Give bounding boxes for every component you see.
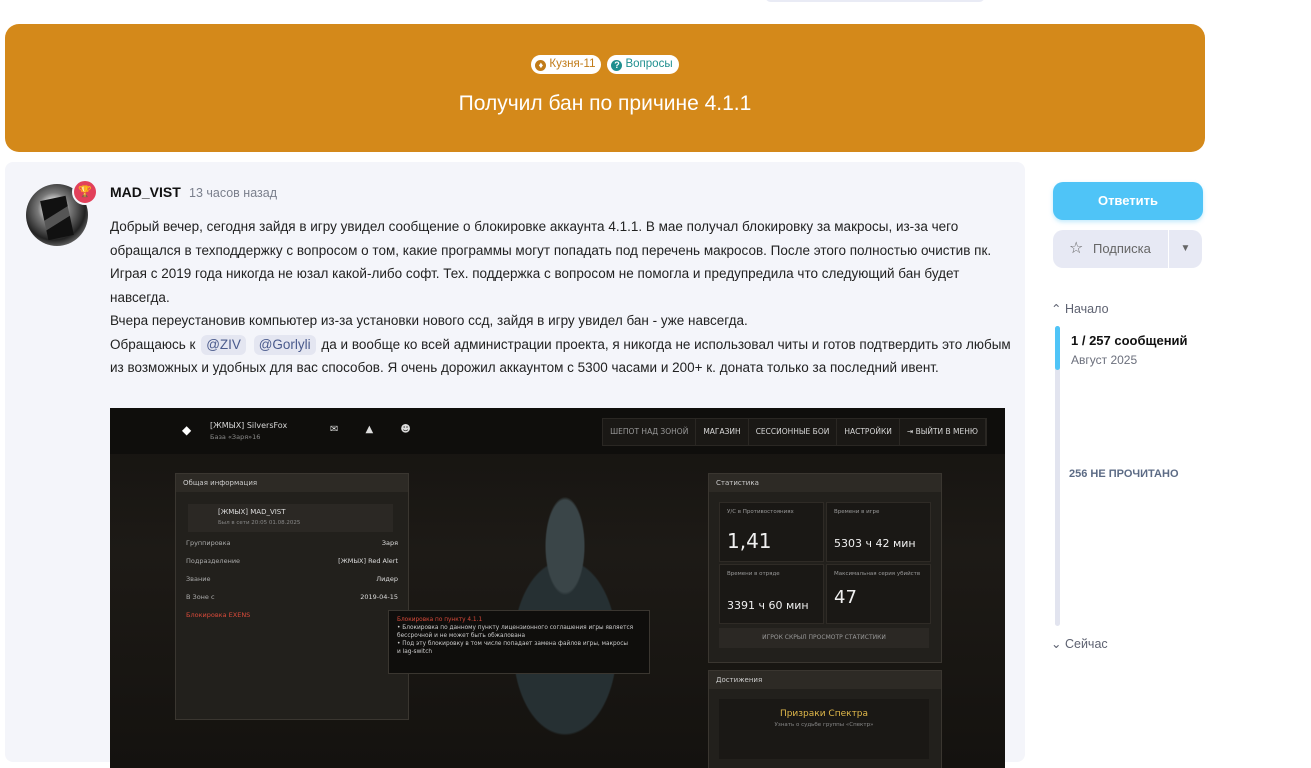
double-chevron-down-icon: ⌄	[1051, 637, 1062, 651]
tooltip-line: бессрочной и не может быть обжалована	[397, 633, 526, 639]
game-info-val: Заря	[381, 539, 398, 547]
tag-label: Вопросы	[625, 58, 673, 70]
post-timestamp[interactable]: 13 часов назад	[189, 186, 277, 200]
game-info-row: В Зоне с 2019-04-15	[186, 593, 398, 601]
tag-label: Кузня-11	[549, 58, 596, 70]
faction-logo-icon: ◆	[182, 423, 192, 437]
mention-ziv[interactable]: @ZIV	[201, 334, 246, 355]
game-panel-title: Статистика	[709, 474, 941, 492]
post-paragraph: Добрый вечер, сегодня зайдя в игру увиде…	[110, 219, 992, 305]
game-menu-item: ШЕПОТ НАД ЗОНОЙ	[603, 419, 697, 445]
game-menu-item: ⇥ ВЫЙТИ В МЕНЮ	[900, 419, 986, 445]
game-topbar: ◆ [ЖМЫХ] SilversFox База «Заря»16 ✉ ▲ ☻ …	[110, 408, 1005, 454]
game-stat-box: Времени в игре 5303 ч 42 мин	[826, 502, 931, 562]
question-icon: ?	[611, 60, 623, 71]
timeline-scroll-thumb[interactable]	[1055, 326, 1060, 370]
game-stat-label: Времени в игре	[834, 509, 880, 515]
game-profile-card: [ЖМЫХ] MAD_VIST Был в сети 20:05 01.08.2…	[188, 504, 393, 532]
tooltip-line: • Блокировка по данному пункту лицензион…	[397, 625, 634, 631]
tooltip-line: • Под эту блокировку в том числе попадае…	[397, 641, 628, 647]
game-panel-title: Достижения	[709, 671, 941, 689]
topic-banner: ♦ Кузня-11 ? Вопросы Получил бан по причин…	[5, 24, 1205, 152]
post-content: Добрый вечер, сегодня зайдя в игру увиде…	[110, 215, 1015, 380]
game-achievement-sub: Узнать о судьбе группы «Спектр»	[774, 722, 874, 728]
timeline-position: 1 / 257 сообщений	[1071, 333, 1188, 348]
topic-title: Получил бан по причине 4.1.1	[458, 92, 752, 115]
game-info-row: Подразделение [ЖМЫХ] Red Alert	[186, 557, 398, 565]
tag-voprosy[interactable]: ? Вопросы	[607, 55, 679, 74]
game-profile-sub: Был в сети 20:05 01.08.2025	[218, 520, 301, 526]
post-card: 🏆 MAD_VIST 13 часов назад Добрый вечер, …	[5, 162, 1025, 768]
post-paragraph: Обращаюсь к @ZIV @Gorlyli да и вообще ко…	[110, 333, 1015, 380]
unread-count[interactable]: 256 НЕ ПРОЧИТАНО	[1069, 468, 1179, 480]
tooltip-line: и lag-switch	[397, 649, 433, 655]
game-stat-value: 5303 ч 42 мин	[834, 537, 916, 550]
subscribe-dropdown-button[interactable]: ▼	[1169, 230, 1202, 268]
jump-to-start[interactable]: ⌃ Начало	[1051, 301, 1109, 316]
game-stat-value: 3391 ч 60 мин	[727, 599, 809, 612]
game-ban-label: Блокировка EXENS	[186, 611, 251, 619]
game-player-name: [ЖМЫХ] SilversFox	[210, 421, 288, 430]
game-info-key: В Зоне с	[186, 593, 215, 601]
game-stat-value: 1,41	[727, 529, 772, 553]
tooltip-line: Блокировка по пункту 4.1.1	[397, 617, 483, 623]
game-menu: ШЕПОТ НАД ЗОНОЙ МАГАЗИН СЕССИОННЫЕ БОИ Н…	[602, 418, 987, 446]
game-achievements-panel: Достижения Призраки Спектра Узнать о суд…	[708, 670, 942, 768]
game-info-row: Звание Лидер	[186, 575, 398, 583]
game-stat-box: Максимальная серия убийств 47	[826, 564, 931, 624]
star-icon: ☆	[1069, 240, 1084, 257]
game-stat-value: 47	[834, 587, 857, 608]
topic-tags: ♦ Кузня-11 ? Вопросы	[5, 55, 1205, 74]
game-info-val: 2019-04-15	[360, 593, 398, 601]
game-profile-name: [ЖМЫХ] MAD_VIST	[218, 508, 286, 516]
post-author[interactable]: MAD_VIST	[110, 184, 181, 200]
trophy-icon: ♦	[535, 60, 547, 71]
subscribe-label: Подписка	[1093, 241, 1151, 256]
jump-to-start-label: Начало	[1064, 302, 1109, 316]
game-menu-item: МАГАЗИН	[696, 419, 749, 445]
game-screenshot[interactable]: ◆ [ЖМЫХ] SilversFox База «Заря»16 ✉ ▲ ☻ …	[110, 408, 1005, 768]
game-info-key: Звание	[186, 575, 211, 583]
reply-button[interactable]: Ответить	[1053, 182, 1203, 220]
game-stats-panel: Статистика У/С в Противостояниях 1,41 Вр…	[708, 473, 942, 663]
jump-to-now-label: Сейчас	[1064, 637, 1108, 651]
game-stats-hidden: ИГРОК СКРЫЛ ПРОСМОТР СТАТИСТИКИ	[719, 628, 929, 648]
game-info-val: [ЖМЫХ] Red Alert	[338, 557, 398, 565]
tag-kuznya[interactable]: ♦ Кузня-11	[531, 55, 602, 74]
game-stat-label: У/С в Противостояниях	[727, 509, 794, 515]
game-stat-box: У/С в Противостояниях 1,41	[719, 502, 824, 562]
game-info-val: Лидер	[376, 575, 398, 583]
timeline-date: Август 2025	[1071, 353, 1138, 367]
top-search-pill[interactable]	[765, 0, 985, 2]
game-achievement-card: Призраки Спектра Узнать о судьбе группы …	[719, 699, 929, 759]
game-stat-label: Максимальная серия убийств	[834, 571, 921, 577]
jump-to-now[interactable]: ⌄ Сейчас	[1051, 636, 1108, 651]
caret-down-icon: ▼	[1180, 243, 1191, 254]
timeline-scrollbar[interactable]	[1055, 326, 1060, 626]
double-chevron-up-icon: ⌃	[1051, 302, 1062, 316]
mention-gorlyli[interactable]: @Gorlyli	[253, 334, 316, 355]
game-menu-item: НАСТРОЙКИ	[837, 419, 900, 445]
game-menu-item: СЕССИОННЫЕ БОИ	[749, 419, 838, 445]
game-topbar-icons: ✉ ▲ ☻	[330, 424, 423, 435]
game-info-key: Подразделение	[186, 557, 241, 565]
game-stat-label: Времени в отряде	[727, 571, 780, 577]
game-info-row: Группировка Заря	[186, 539, 398, 547]
game-player-sub: База «Заря»16	[210, 433, 261, 441]
game-info-key: Группировка	[186, 539, 231, 547]
game-achievement-title: Призраки Спектра	[779, 709, 869, 719]
trophy-icon: 🏆	[72, 179, 98, 205]
game-general-panel: Общая информация [ЖМЫХ] MAD_VIST Был в с…	[175, 473, 409, 720]
game-ban-tooltip: Блокировка по пункту 4.1.1 • Блокировка …	[388, 610, 650, 674]
game-panel-title: Общая информация	[176, 474, 408, 492]
subscribe-button[interactable]: ☆ Подписка	[1053, 230, 1168, 268]
post-text: Обращаюсь к	[110, 336, 196, 352]
game-stat-box: Времени в отряде 3391 ч 60 мин	[719, 564, 824, 624]
post-paragraph: Вчера переустановив компьютер из-за уста…	[110, 313, 748, 328]
